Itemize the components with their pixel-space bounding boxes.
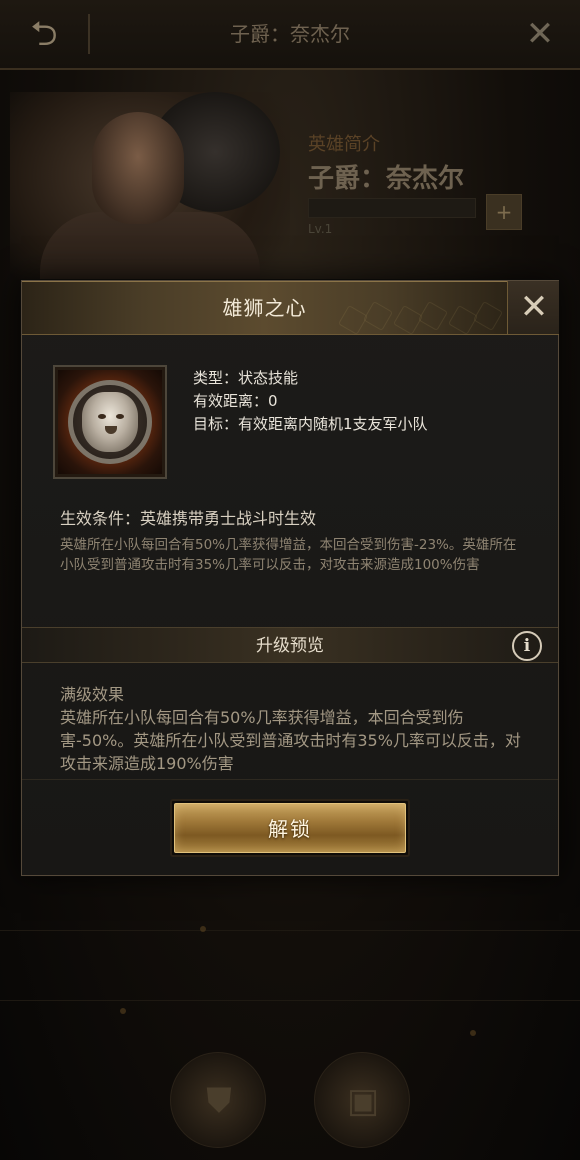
bg-divider xyxy=(0,930,580,931)
skill-type: 类型：状态技能 xyxy=(193,369,299,387)
max-level-title: 满级效果 xyxy=(60,685,125,704)
hero-plus-button[interactable]: + xyxy=(486,194,522,230)
skill-description: 英雄所在小队每回合有50%几率获得增益，本回合受到伤害-23%。英雄所在小队受到… xyxy=(60,537,517,573)
dialog-title: 雄狮之心 xyxy=(222,296,307,320)
close-button[interactable]: ✕ xyxy=(507,281,559,335)
bottom-card-button[interactable]: ▣ xyxy=(314,1052,410,1148)
bottom-badge-button[interactable]: ⛊ xyxy=(170,1052,266,1148)
close-icon: ✕ xyxy=(519,287,549,327)
upgrade-preview-title: 升级预览 xyxy=(256,636,324,656)
hero-level: Lv.1 xyxy=(308,222,333,236)
hero-subtitle: 英雄简介 xyxy=(308,134,380,155)
hero-portrait xyxy=(0,82,300,302)
skill-target: 目标：有效距离内随机1支友军小队 xyxy=(193,415,428,433)
skill-range: 有效距离：0 xyxy=(193,392,278,410)
info-icon[interactable]: i xyxy=(512,631,542,661)
top-bar-title: 子爵：奈杰尔 xyxy=(230,22,350,46)
lion-emblem-icon xyxy=(53,365,167,479)
spark-decoration xyxy=(200,926,206,932)
hero-exp-bar xyxy=(308,198,476,218)
top-bar: ⮌ 子爵：奈杰尔 ✕ xyxy=(0,0,580,70)
dialog-header: 雄狮之心 xyxy=(22,281,507,336)
effect-condition: 生效条件：英雄携带勇士战斗时生效 xyxy=(60,509,317,528)
skill-dialog: 雄狮之心 ✕ 类型：状态技能 有效距离：0 目标：有效距离内随机1支友军小队 生… xyxy=(21,280,559,876)
max-level-text: 英雄所在小队每回合有50%几率获得增益，本回合受到伤害-50%。英雄所在小队受到… xyxy=(60,708,521,773)
top-close-icon[interactable]: ✕ xyxy=(520,14,560,54)
unlock-label: 解锁 xyxy=(268,817,312,841)
shield-rank-icon: ⛊ xyxy=(206,1081,232,1121)
max-level-effect: 满级效果 英雄所在小队每回合有50%几率获得增益，本回合受到伤害-50%。英雄所… xyxy=(60,683,530,775)
unlock-button[interactable]: 解锁 xyxy=(170,799,410,857)
upgrade-preview-bar: 升级预览 i xyxy=(22,627,558,663)
game-screen: ⮌ 子爵：奈杰尔 ✕ 英雄简介 子爵：奈杰尔 + Lv.1 ⛊ ▣ 雄狮之心 ✕… xyxy=(0,0,580,1160)
card-icon: ▣ xyxy=(346,1081,380,1121)
bg-divider xyxy=(0,1000,580,1001)
spark-decoration xyxy=(470,1030,476,1036)
spark-decoration xyxy=(120,1008,126,1014)
hero-name: 子爵：奈杰尔 xyxy=(308,164,465,194)
dialog-divider xyxy=(22,779,558,780)
skill-info: 类型：状态技能 有效距离：0 目标：有效距离内随机1支友军小队 xyxy=(193,367,428,436)
